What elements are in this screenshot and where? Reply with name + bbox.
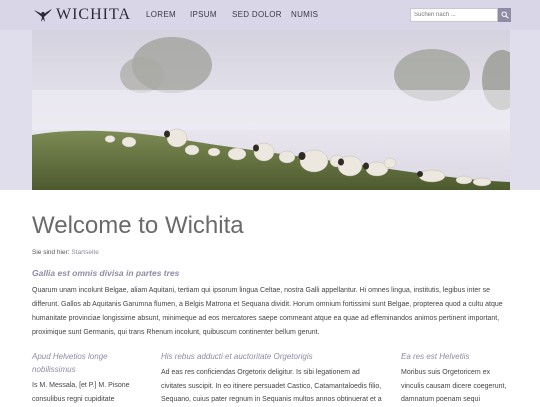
section-heading: Gallia est omnis divisa in partes tres bbox=[32, 268, 180, 278]
teaser-heading: His rebus adducti et auctoritate Orgetor… bbox=[161, 352, 313, 361]
breadcrumb-label: Sie sind hier: bbox=[32, 249, 70, 256]
nav-item-lorem[interactable]: LOREM bbox=[146, 10, 176, 19]
intro-paragraph: Quarum unam incolunt Belgae, aliam Aquit… bbox=[32, 287, 503, 336]
breadcrumb-link-home[interactable]: Startseite bbox=[71, 249, 98, 256]
flying-bird-icon bbox=[34, 9, 52, 22]
nav-item-ipsum[interactable]: IPSUM bbox=[190, 10, 217, 19]
teaser-text: Is M. Messala, [et P.] M. Pisone consuli… bbox=[32, 382, 130, 403]
hero-banner bbox=[0, 30, 540, 190]
search-form bbox=[410, 8, 511, 22]
teaser-heading: Ea res est Helvetiis bbox=[401, 352, 470, 361]
teaser-text: Ad eas res conficiendas Orgetorix deligi… bbox=[161, 369, 382, 403]
teaser-heading: Apud Helvetios longe nobilissimus bbox=[32, 352, 108, 374]
brand-logo[interactable]: WICHITA bbox=[33, 5, 131, 25]
nav-item-sed-dolor[interactable]: SED DOLOR bbox=[232, 10, 282, 19]
teaser-column-2: His rebus adducti et auctoritate Orgetor… bbox=[161, 350, 383, 407]
top-navigation-bar: WICHITA LOREM IPSUM SED DOLOR NUMIS bbox=[0, 0, 540, 30]
page-title: Welcome to Wichita bbox=[32, 212, 244, 239]
teaser-text: Moribus suis Orgetoricem ex vinculis cau… bbox=[401, 369, 507, 403]
hero-image-sheep-in-fog bbox=[32, 30, 510, 190]
search-input[interactable] bbox=[410, 8, 498, 22]
search-button[interactable] bbox=[498, 8, 511, 22]
nav-item-numis[interactable]: NUMIS bbox=[291, 10, 318, 19]
teaser-column-3: Ea res est Helvetiis Moribus suis Orgeto… bbox=[401, 350, 511, 407]
breadcrumb: Sie sind hier: Startseite bbox=[32, 249, 99, 256]
teaser-column-1: Apud Helvetios longe nobilissimus Is M. … bbox=[32, 350, 142, 406]
search-icon bbox=[501, 11, 509, 19]
brand-name: WICHITA bbox=[56, 6, 132, 23]
